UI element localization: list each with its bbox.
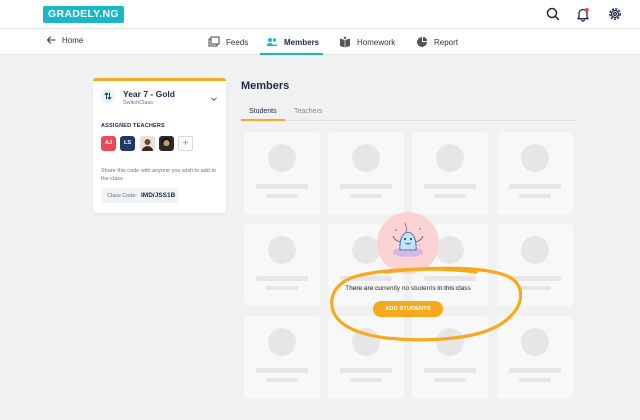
placeholder-line	[266, 194, 298, 198]
arrow-left-icon	[46, 36, 56, 44]
search-icon[interactable]	[544, 5, 562, 23]
student-placeholder-card	[497, 224, 573, 306]
tab-report[interactable]: Report	[416, 29, 458, 55]
gradely-logo[interactable]: GRADELY.NG	[43, 6, 124, 23]
report-icon	[417, 36, 428, 47]
tab-teachers[interactable]: Teachers	[294, 108, 322, 115]
student-placeholder-card	[497, 132, 573, 214]
student-placeholder-card	[244, 224, 320, 306]
placeholder-avatar	[521, 144, 549, 172]
student-placeholder-card	[244, 132, 320, 214]
student-placeholder-card	[328, 316, 404, 398]
placeholder-line	[509, 184, 561, 189]
feeds-icon	[208, 36, 220, 47]
placeholder-line	[424, 368, 476, 373]
tab-members-label: Members	[284, 37, 320, 47]
tab-report-label: Report	[434, 37, 459, 47]
home-link[interactable]: Home	[46, 35, 83, 45]
placeholder-avatar	[352, 144, 380, 172]
placeholder-avatar	[521, 236, 549, 264]
class-name[interactable]: Year 7 - Gold	[123, 89, 175, 99]
class-card: Year 7 - Gold SwitchClass ASSIGNED TEACH…	[93, 78, 226, 213]
chevron-down-icon[interactable]	[210, 90, 218, 102]
tab-homework-label: Homework	[357, 37, 396, 47]
placeholder-line	[256, 276, 308, 281]
placeholder-avatar	[352, 236, 380, 264]
teacher-avatar[interactable]: LS	[120, 136, 135, 151]
placeholder-line	[519, 194, 551, 198]
member-tabs: Students Teachers	[241, 106, 575, 121]
student-placeholder-card	[412, 132, 488, 214]
placeholder-avatar	[268, 236, 296, 264]
placeholder-line	[256, 368, 308, 373]
empty-state-illustration	[377, 212, 439, 274]
teacher-photo-avatar[interactable]	[159, 136, 174, 151]
placeholder-avatar	[436, 328, 464, 356]
switch-class-icon[interactable]	[101, 89, 115, 103]
add-students-button[interactable]: ADD STUDENTS	[373, 301, 443, 317]
placeholder-line	[519, 378, 551, 382]
add-teacher-button[interactable]: +	[178, 136, 193, 151]
placeholder-avatar	[521, 328, 549, 356]
share-code-text: Share this code with anyone you wish to …	[101, 168, 216, 182]
placeholder-line	[509, 368, 561, 373]
student-placeholder-card	[412, 316, 488, 398]
placeholder-line	[256, 184, 308, 189]
teacher-avatar[interactable]: AJ	[101, 136, 116, 151]
student-placeholder-card	[328, 132, 404, 214]
top-header: GRADELY.NG	[0, 0, 640, 29]
bell-icon[interactable]	[574, 5, 592, 23]
placeholder-line	[424, 184, 476, 189]
gear-icon[interactable]	[606, 5, 624, 23]
student-placeholder-card	[497, 316, 573, 398]
switch-class-link[interactable]: SwitchClass	[123, 100, 153, 106]
placeholder-line	[434, 378, 466, 382]
class-code-value: IMD/JSS1B	[140, 192, 176, 199]
class-code-label: Class Code:	[107, 193, 137, 199]
student-placeholder-card	[244, 316, 320, 398]
placeholder-line	[434, 194, 466, 198]
homework-icon	[340, 36, 350, 48]
placeholder-avatar	[268, 144, 296, 172]
placeholder-avatar	[268, 328, 296, 356]
placeholder-line	[509, 276, 561, 281]
tab-feeds[interactable]: Feeds	[208, 29, 248, 55]
placeholder-line	[340, 184, 392, 189]
placeholder-line	[340, 276, 392, 281]
placeholder-line	[350, 194, 382, 198]
empty-state-message: There are currently no students in this …	[345, 285, 471, 292]
tab-students[interactable]: Students	[241, 108, 285, 121]
assigned-teachers-label: ASSIGNED TEACHERS	[101, 123, 165, 129]
tab-feeds-label: Feeds	[226, 37, 249, 47]
main-nav: Home Feeds Members Homework Report	[0, 29, 640, 55]
members-icon	[266, 38, 278, 46]
placeholder-avatar	[436, 236, 464, 264]
placeholder-line	[340, 368, 392, 373]
placeholder-avatar	[436, 144, 464, 172]
placeholder-line	[424, 276, 476, 281]
home-label: Home	[62, 35, 84, 45]
class-code-box[interactable]: Class Code: IMD/JSS1B	[101, 188, 179, 203]
placeholder-line	[519, 286, 551, 290]
tab-members[interactable]: Members	[259, 29, 324, 55]
placeholder-avatar	[352, 328, 380, 356]
placeholder-line	[266, 378, 298, 382]
placeholder-line	[266, 286, 298, 290]
tab-homework[interactable]: Homework	[339, 29, 395, 55]
page-title: Members	[241, 80, 290, 92]
placeholder-line	[350, 378, 382, 382]
teacher-photo-avatar[interactable]	[140, 136, 155, 151]
